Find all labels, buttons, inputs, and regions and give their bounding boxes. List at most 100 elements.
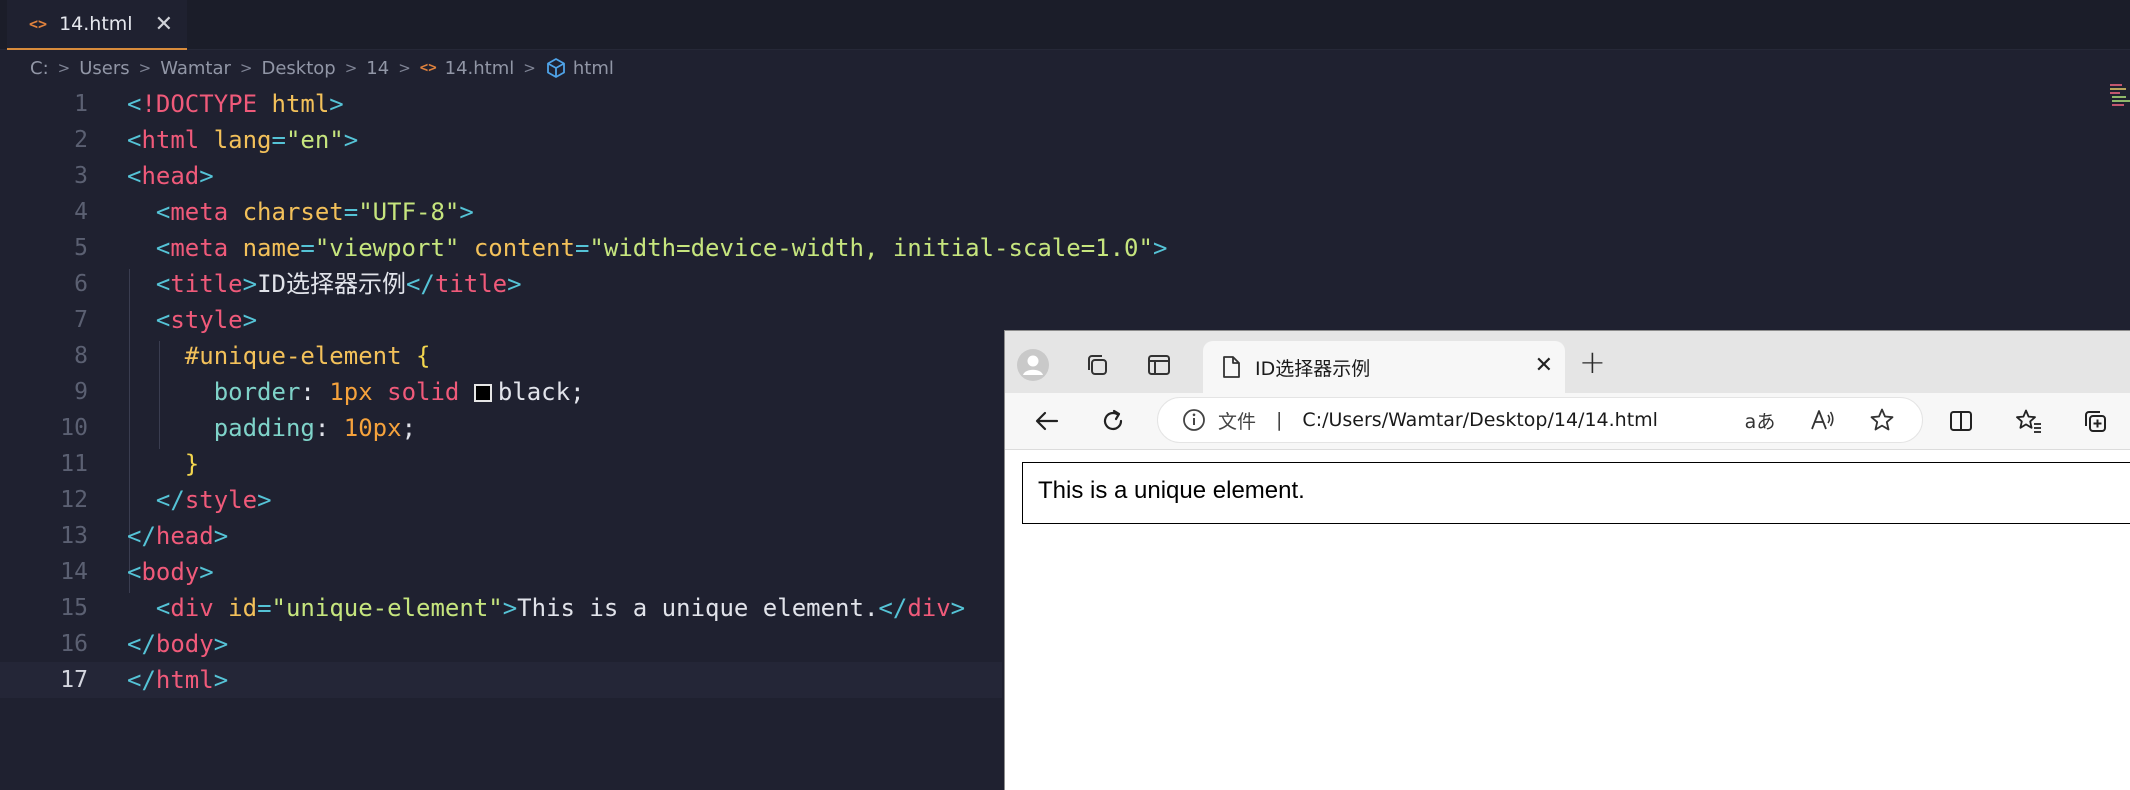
code-token: </ bbox=[155, 486, 185, 514]
code-text: </html> bbox=[127, 662, 228, 698]
code-token: { bbox=[416, 342, 431, 370]
breadcrumb-item-14[interactable]: 14 bbox=[366, 58, 389, 79]
code-token: = bbox=[257, 594, 272, 622]
code-token: "width=device-width, initial-scale=1.0" bbox=[589, 234, 1153, 262]
code-line[interactable]: 5 <meta name="viewport" content="width=d… bbox=[0, 230, 2130, 266]
code-token: style bbox=[170, 306, 243, 334]
editor-tab-14-html[interactable]: <> 14.html ✕ bbox=[7, 0, 187, 50]
code-token: </ bbox=[127, 522, 156, 550]
browser-tab-title: ID选择器示例 bbox=[1255, 357, 1371, 380]
browser-window: ID选择器示例 ✕ + 文件 | C:/Users/Wamtar/Desktop… bbox=[1004, 330, 2130, 790]
code-line[interactable]: 1 <!DOCTYPE html> bbox=[0, 86, 2130, 122]
back-button[interactable] bbox=[1027, 401, 1067, 441]
line-number: 15 bbox=[60, 595, 88, 621]
arrow-left-icon bbox=[1035, 411, 1059, 431]
code-token: lang bbox=[213, 126, 272, 154]
favorites-button[interactable] bbox=[2009, 401, 2049, 441]
code-text: padding: 10px; bbox=[127, 410, 416, 446]
breadcrumb-item-file[interactable]: 14.html bbox=[445, 58, 515, 79]
code-token: style bbox=[184, 486, 258, 514]
browser-toolbar: 文件 | C:/Users/Wamtar/Desktop/14/14.html … bbox=[1005, 393, 2130, 449]
chevron-right-icon: > bbox=[398, 59, 411, 77]
code-line[interactable]: 2 <html lang="en"> bbox=[0, 122, 2130, 158]
code-text: <div id="unique-element">This is a uniqu… bbox=[127, 590, 965, 626]
collections-button[interactable] bbox=[2075, 401, 2115, 441]
code-token: This is a unique element. bbox=[517, 594, 879, 622]
code-token: < bbox=[127, 558, 142, 586]
tab-actions-icon bbox=[1148, 355, 1170, 375]
code-token: < bbox=[155, 234, 171, 262]
info-icon[interactable] bbox=[1182, 408, 1206, 432]
browser-tab-strip: ID选择器示例 ✕ + bbox=[1005, 331, 2130, 393]
code-token: </ bbox=[127, 630, 156, 658]
editor-tab-bar: <> 14.html ✕ bbox=[0, 0, 2130, 50]
code-token: </ bbox=[405, 270, 435, 298]
code-token: = bbox=[271, 126, 286, 154]
translate-button[interactable]: aあ bbox=[1740, 400, 1780, 440]
vertical-tabs-button[interactable] bbox=[1139, 345, 1179, 385]
profile-avatar[interactable] bbox=[1013, 345, 1053, 385]
code-token: html bbox=[141, 126, 200, 154]
code-line[interactable]: 3 <head> bbox=[0, 158, 2130, 194]
chevron-right-icon: > bbox=[138, 59, 152, 77]
line-number: 11 bbox=[60, 451, 88, 477]
code-token: name bbox=[242, 234, 301, 262]
code-line[interactable]: 6 <title>ID选择器示例</title> bbox=[0, 266, 2130, 302]
symbol-element-icon bbox=[546, 58, 565, 78]
line-number: 2 bbox=[74, 127, 88, 153]
code-token: !DOCTYPE bbox=[141, 90, 258, 118]
code-text: <title>ID选择器示例</title> bbox=[127, 266, 522, 302]
line-number: 17 bbox=[60, 667, 88, 693]
breadcrumb-item-desktop[interactable]: Desktop bbox=[261, 58, 335, 79]
split-screen-button[interactable] bbox=[1941, 401, 1981, 441]
breadcrumb-item-html[interactable]: html bbox=[573, 58, 614, 79]
read-aloud-button[interactable] bbox=[1802, 400, 1842, 440]
address-bar[interactable]: 文件 | C:/Users/Wamtar/Desktop/14/14.html … bbox=[1157, 397, 1923, 443]
chevron-right-icon: > bbox=[57, 59, 71, 77]
code-text: <!DOCTYPE html> bbox=[127, 86, 344, 122]
add-collection-icon bbox=[2085, 411, 2106, 432]
code-token: ID选择器示例 bbox=[257, 270, 406, 298]
code-line[interactable]: 17 </html> bbox=[0, 662, 1002, 698]
code-token: 10px bbox=[343, 414, 402, 442]
chevron-right-icon: > bbox=[523, 59, 536, 77]
profile-icon bbox=[1017, 349, 1049, 381]
refresh-icon bbox=[1103, 409, 1123, 431]
close-icon[interactable]: ✕ bbox=[155, 12, 173, 37]
document-icon bbox=[1223, 356, 1240, 378]
collections-icon bbox=[1088, 355, 1107, 375]
browser-tab-active[interactable]: ID选择器示例 ✕ bbox=[1203, 341, 1565, 393]
code-token: < bbox=[155, 270, 171, 298]
code-token: = bbox=[300, 234, 315, 262]
code-text: border: 1px solid black; bbox=[127, 374, 585, 410]
close-icon[interactable]: ✕ bbox=[1535, 353, 1553, 378]
code-token: > bbox=[950, 594, 966, 622]
code-line[interactable]: 4 <meta charset="UTF-8"> bbox=[0, 194, 2130, 230]
favorite-button[interactable] bbox=[1862, 400, 1902, 440]
new-tab-button[interactable]: + bbox=[1579, 343, 1606, 381]
read-aloud-translate-icon: aあ bbox=[1744, 410, 1776, 433]
code-token: content bbox=[473, 234, 575, 262]
split-screen-icon bbox=[1950, 411, 1972, 431]
breadcrumb-item-users[interactable]: Users bbox=[79, 58, 129, 79]
code-text: } bbox=[127, 446, 199, 482]
workspaces-button[interactable] bbox=[1077, 345, 1117, 385]
line-number: 16 bbox=[60, 631, 88, 657]
code-token: } bbox=[184, 450, 200, 478]
code-token: "viewport" bbox=[314, 234, 460, 262]
code-text: <html lang="en"> bbox=[127, 122, 358, 158]
code-token: > bbox=[343, 126, 359, 154]
color-swatch[interactable] bbox=[473, 384, 492, 402]
code-token: > bbox=[199, 162, 214, 190]
breadcrumb-item-drive[interactable]: C: bbox=[30, 58, 49, 79]
refresh-button[interactable] bbox=[1093, 401, 1133, 441]
address-url[interactable]: C:/Users/Wamtar/Desktop/14/14.html bbox=[1302, 409, 1658, 431]
breadcrumb-item-wamtar[interactable]: Wamtar bbox=[160, 58, 231, 79]
